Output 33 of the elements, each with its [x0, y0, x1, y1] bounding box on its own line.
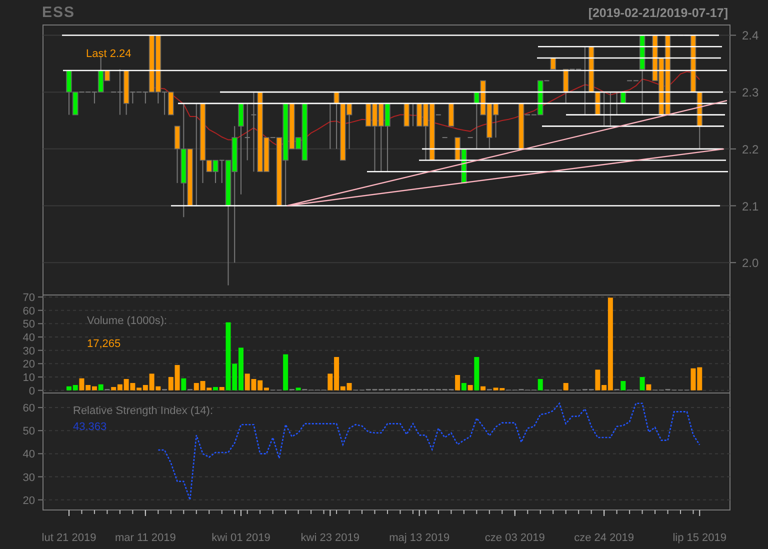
axis-label: 70 [22, 292, 35, 304]
axis-label: 40 [22, 332, 35, 344]
date-label: mar 11 2019 [114, 532, 176, 544]
axis-label: 50 [22, 426, 35, 438]
date-label: kwi 23 2019 [300, 532, 360, 544]
axis-label: 20 [22, 494, 35, 507]
axis-label: 2.3 [742, 86, 759, 100]
chart-title: ESS [42, 4, 76, 21]
date-label: lip 15 2019 [672, 532, 727, 544]
date-range: [2019-02-21/2019-07-17] [588, 6, 728, 20]
axis-label: 0 [28, 385, 35, 398]
date-label: cze 24 2019 [574, 532, 634, 544]
date-label: maj 13 2019 [389, 532, 450, 544]
axis-label: 2.4 [742, 28, 759, 43]
axis-label: 40 [22, 448, 35, 461]
axis-label: 60 [22, 305, 35, 318]
axis-label: 50 [22, 318, 35, 331]
axis-label: 30 [22, 472, 35, 484]
date-label: kwi 01 2019 [212, 532, 270, 544]
legend-value: 17,265 [87, 338, 121, 350]
axis-label: 2.1 [742, 199, 759, 214]
axis-label: 60 [22, 402, 35, 415]
axis-label: 2.0 [742, 256, 759, 270]
axis-label: 2.2 [742, 142, 759, 156]
legend-value: 43.363 [73, 421, 107, 433]
last-price-label: Last 2.24 [86, 48, 132, 60]
axis-label: 10 [22, 372, 35, 384]
date-label: lut 21 2019 [42, 532, 96, 544]
axis-label: 20 [22, 358, 35, 371]
legend-label: Relative Strength Index (14): [73, 405, 214, 417]
date-label: cze 03 2019 [484, 532, 545, 544]
legend-label: Volume (1000s): [87, 315, 168, 327]
axis-label: 30 [22, 345, 35, 358]
